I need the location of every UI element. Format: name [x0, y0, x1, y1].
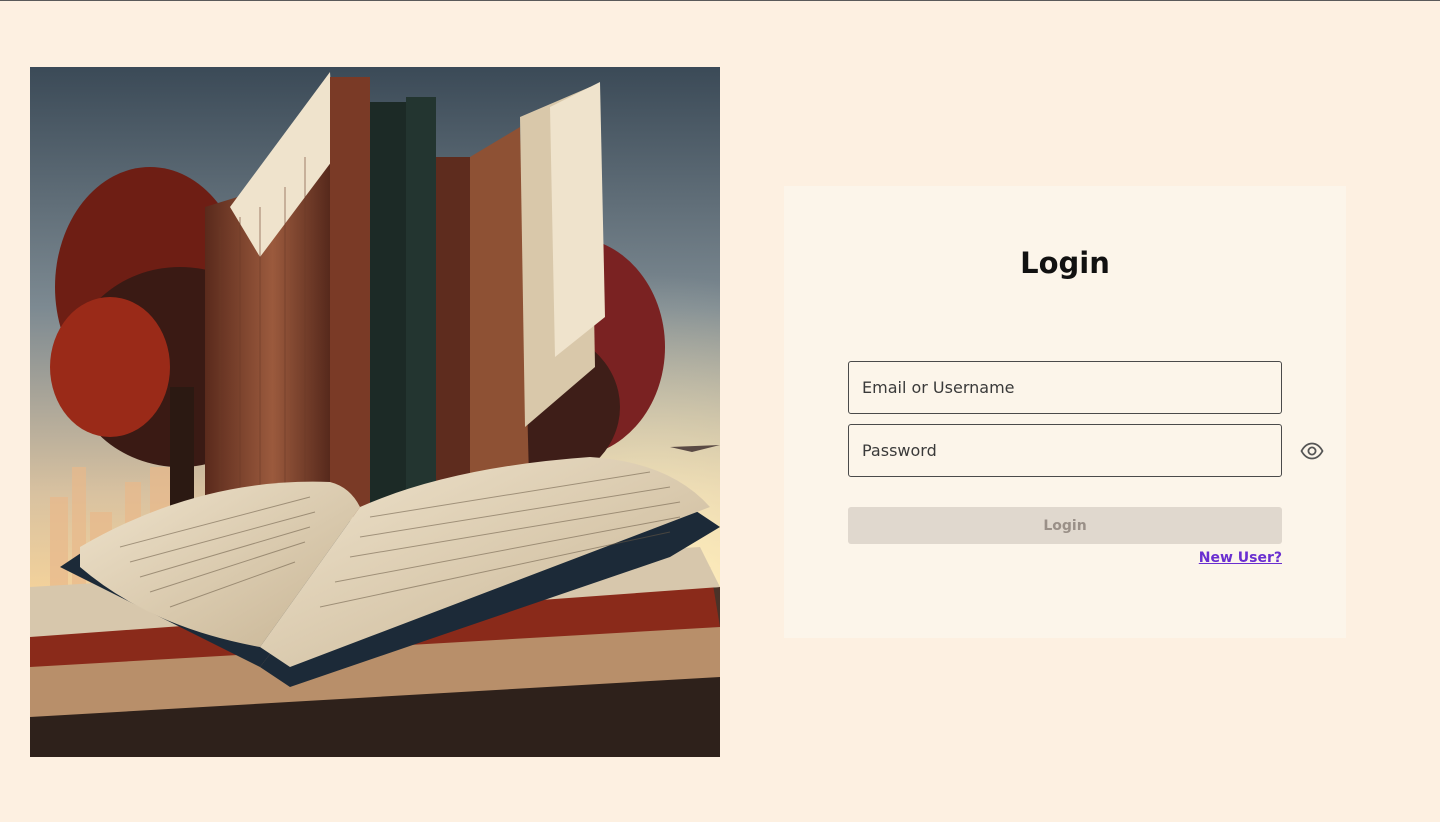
books-illustration — [30, 67, 720, 757]
login-button[interactable]: Login — [848, 507, 1282, 544]
login-card: Login Login New User? — [784, 186, 1346, 638]
hero-illustration — [30, 67, 720, 757]
email-username-input[interactable] — [848, 361, 1282, 414]
password-input[interactable] — [848, 424, 1282, 477]
new-user-link[interactable]: New User? — [1199, 550, 1282, 566]
eye-icon — [1299, 442, 1324, 459]
top-divider — [0, 0, 1440, 1]
show-password-toggle[interactable] — [1299, 439, 1324, 462]
login-title: Login — [1020, 246, 1110, 280]
